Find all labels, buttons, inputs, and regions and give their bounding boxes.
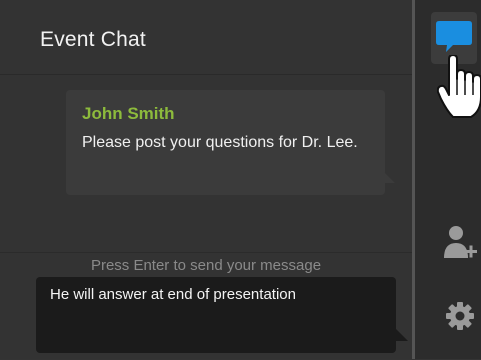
compose-hint: Press Enter to send your message [90, 257, 322, 274]
gear-icon [446, 302, 474, 330]
chat-header: Event Chat [0, 0, 412, 75]
add-user-tool-button[interactable] [443, 224, 479, 260]
add-user-icon [444, 226, 477, 258]
message-sender: John Smith [82, 104, 175, 123]
side-toolbar [415, 0, 481, 359]
settings-tool-button[interactable] [444, 300, 476, 332]
message-text: Please post your questions for Dr. Lee. [82, 134, 358, 151]
input-bubble-tail [396, 329, 408, 341]
chat-panel: Event Chat John Smith Please post your q… [0, 0, 412, 359]
compose-area: Press Enter to send your message He will… [0, 252, 412, 360]
hand-cursor-icon [437, 55, 481, 118]
message-bubble-tail [384, 172, 395, 183]
chat-message: John Smith Please post your questions fo… [66, 90, 395, 195]
message-input[interactable]: He will answer at end of presentation [36, 277, 396, 353]
chat-title: Event Chat [40, 28, 146, 51]
